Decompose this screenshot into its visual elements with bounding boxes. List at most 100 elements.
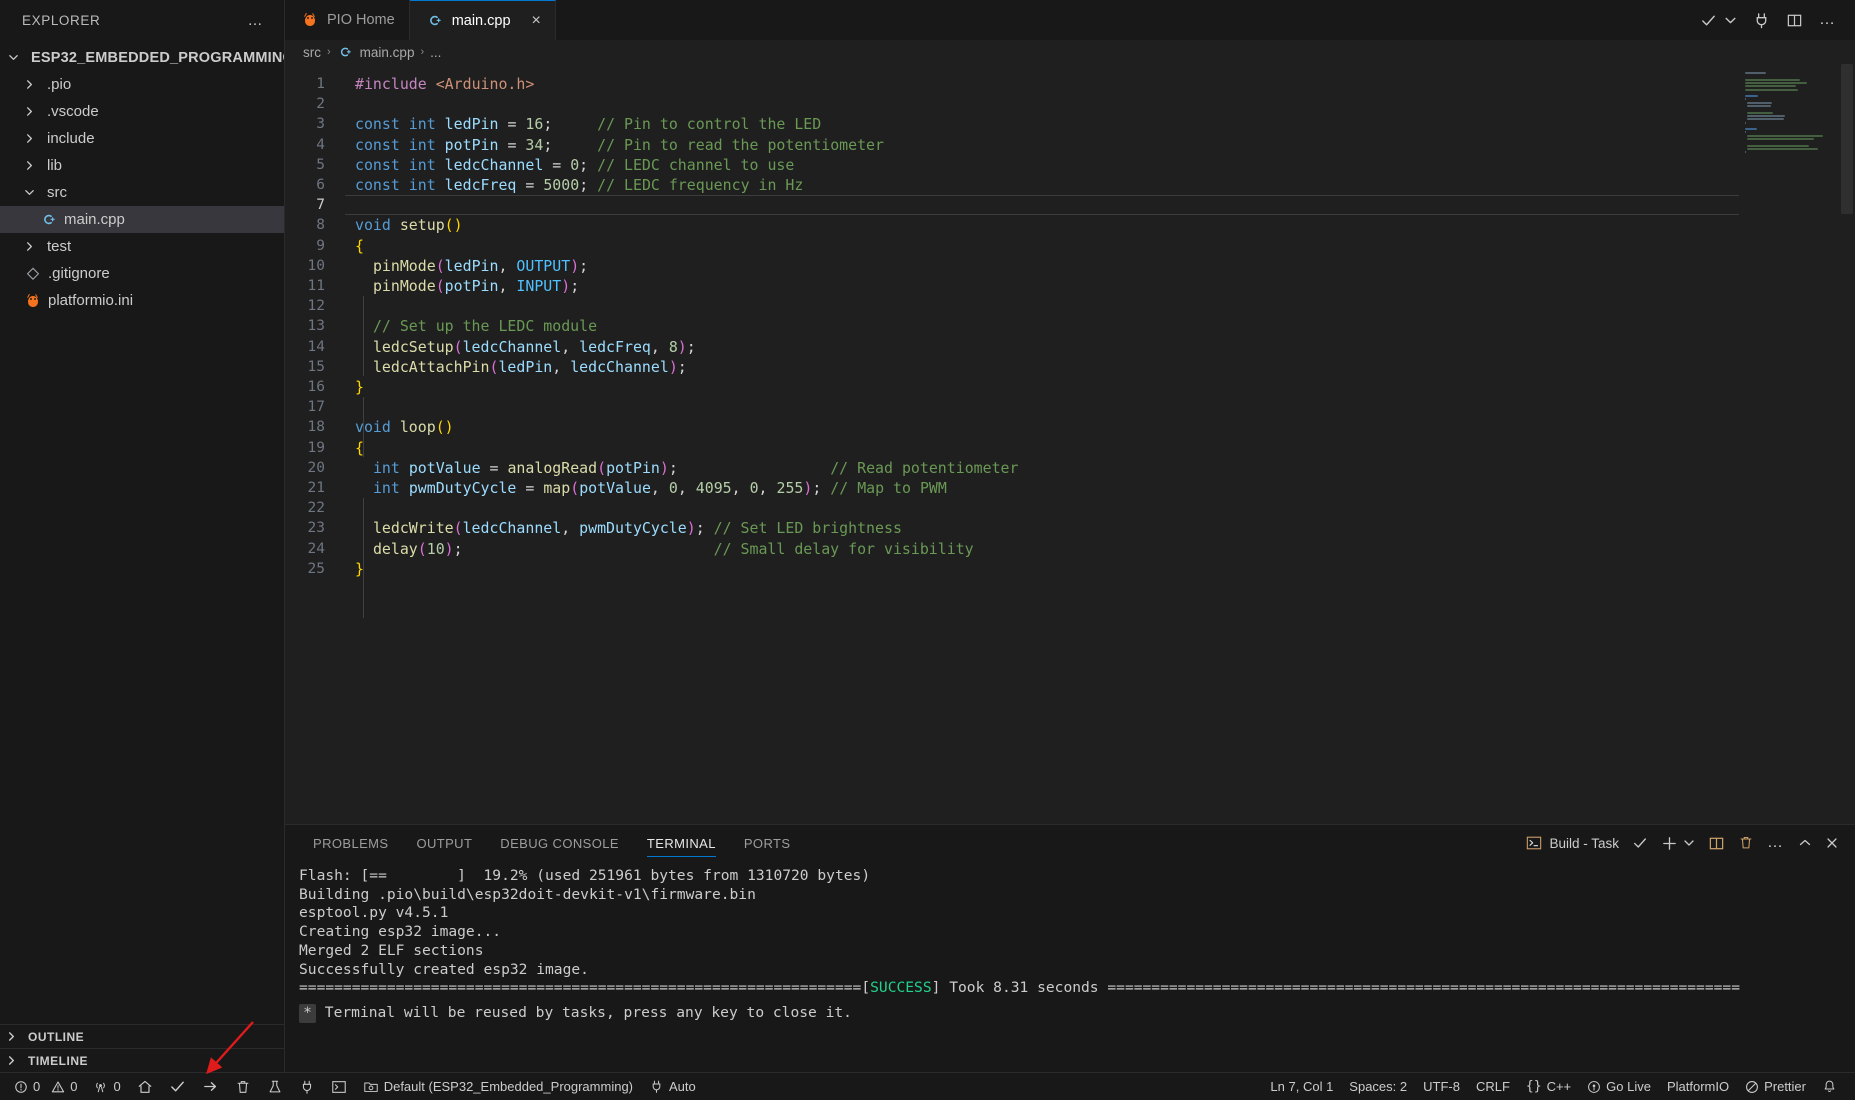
sidebar-item-label: .vscode: [47, 103, 99, 120]
split-editor-icon[interactable]: [1786, 12, 1803, 29]
sidebar-item-label: include: [47, 130, 95, 147]
pio-upload-icon[interactable]: [194, 1073, 227, 1100]
radio-tower-icon: [93, 1079, 108, 1094]
sidebar-item-src[interactable]: src: [0, 179, 284, 206]
warnings-count: 0: [70, 1079, 78, 1094]
kill-terminal-icon[interactable]: [1738, 835, 1754, 851]
breadcrumb-separator-icon: ›: [327, 46, 331, 58]
maximize-panel-icon[interactable]: [1798, 836, 1812, 850]
active-terminal-selector[interactable]: Build - Task: [1526, 835, 1619, 851]
language-mode[interactable]: {} C++: [1518, 1073, 1579, 1100]
success-status: SUCCESS: [870, 979, 932, 997]
close-panel-icon[interactable]: [1825, 836, 1839, 850]
sidebar-item-main-cpp[interactable]: main.cpp: [0, 206, 284, 233]
line-number: 25: [307, 560, 325, 577]
sidebar-item-label: .pio: [47, 76, 72, 93]
new-terminal-icon[interactable]: [1661, 835, 1678, 852]
run-check-icon[interactable]: [1700, 12, 1717, 29]
platformio-status[interactable]: PlatformIO: [1659, 1073, 1737, 1100]
error-circle-icon: [14, 1080, 28, 1094]
terminal-dropdown-icon[interactable]: [1683, 837, 1695, 849]
rule-left: ========================================…: [299, 979, 862, 997]
folder-gear-icon: [363, 1079, 379, 1095]
editor-scrollbar[interactable]: [1839, 64, 1855, 824]
chevron-down-icon: [8, 52, 24, 63]
pio-build-icon[interactable]: [161, 1073, 194, 1100]
breadcrumb-src[interactable]: src: [303, 45, 321, 60]
platformio-icon: [301, 12, 318, 29]
explorer-more-icon[interactable]: …: [248, 12, 265, 29]
breadcrumb-symbols[interactable]: ...: [430, 45, 441, 60]
sidebar-item-pio[interactable]: .pio: [0, 71, 284, 98]
code-content[interactable]: #include <Arduino.h> const int ledPin = …: [345, 64, 1855, 824]
go-live[interactable]: Go Live: [1579, 1073, 1659, 1100]
line-number: 7: [316, 197, 325, 214]
timeline-panel-header[interactable]: TIMELINE: [0, 1048, 284, 1072]
chevron-down-icon[interactable]: [1724, 14, 1737, 27]
tab-terminal[interactable]: TERMINAL: [633, 825, 730, 861]
sidebar-item-platformio-ini[interactable]: platformio.ini: [0, 287, 284, 314]
sidebar-item-include[interactable]: include: [0, 125, 284, 152]
pio-home-icon[interactable]: [129, 1073, 161, 1100]
tree-root-folder[interactable]: ESP32_EMBEDDED_PROGRAMMING: [0, 44, 284, 71]
pio-serial-monitor-icon[interactable]: [291, 1073, 323, 1100]
eol[interactable]: CRLF: [1468, 1073, 1518, 1100]
pio-project-env[interactable]: Default (ESP32_Embedded_Programming): [355, 1073, 641, 1100]
sidebar-item-lib[interactable]: lib: [0, 152, 284, 179]
workbench-body: EXPLORER … ESP32_EMBEDDED_PROGRAMMING .p…: [0, 0, 1855, 1072]
indentation[interactable]: Spaces: 2: [1341, 1073, 1415, 1100]
prettier-label: Prettier: [1764, 1079, 1806, 1094]
terminal-success-line: ========================================…: [299, 979, 1855, 998]
pio-clean-icon[interactable]: [227, 1073, 259, 1100]
pio-test-icon[interactable]: [259, 1073, 291, 1100]
explorer-title: EXPLORER: [22, 12, 101, 28]
terminal-check-icon[interactable]: [1632, 835, 1648, 851]
terminal-icon: [1526, 835, 1542, 851]
sidebar-item-vscode[interactable]: .vscode: [0, 98, 284, 125]
reuse-text: Terminal will be reused by tasks, press …: [324, 1003, 852, 1021]
sidebar-item-gitignore[interactable]: .gitignore: [0, 260, 284, 287]
more-actions-icon[interactable]: …: [1819, 11, 1837, 29]
code-editor[interactable]: 1 2 3 4 5 6 7 8 9 10 11 12 13 14 15 16 17 18 19 20 21 22 23 24 2…: [285, 64, 1855, 824]
pio-new-terminal-icon[interactable]: [323, 1073, 355, 1100]
line-number: 21: [307, 480, 325, 497]
notifications[interactable]: [1814, 1073, 1845, 1100]
terminal-line: Successfully created esp32 image.: [299, 960, 589, 978]
cursor-position[interactable]: Ln 7, Col 1: [1262, 1073, 1341, 1100]
pio-serial-port[interactable]: Auto: [641, 1073, 704, 1100]
language-label: C++: [1546, 1079, 1572, 1094]
tab-problems[interactable]: PROBLEMS: [299, 825, 402, 861]
terminal-line: Merged 2 ELF sections: [299, 941, 484, 959]
terminal-output[interactable]: Flash: [== ] 19.2% (used 251961 bytes fr…: [285, 861, 1855, 1072]
line-number: 3: [316, 116, 325, 133]
plug-icon[interactable]: [1753, 12, 1770, 29]
tab-label: main.cpp: [451, 12, 511, 29]
line-number: 9: [316, 237, 325, 254]
errors-warnings[interactable]: 0 0: [6, 1073, 85, 1100]
tab-debug-console[interactable]: DEBUG CONSOLE: [486, 825, 633, 861]
status-bar-right: Ln 7, Col 1 Spaces: 2 UTF-8 CRLF {} C++ …: [1262, 1073, 1855, 1100]
editor-tab-bar: PIO Home main.cpp × …: [285, 0, 1855, 40]
status-bar-left: 0 0 0 Default (ESP32_Embedded_Programmin…: [0, 1073, 704, 1100]
panel-more-icon[interactable]: …: [1767, 834, 1785, 852]
scrollbar-thumb[interactable]: [1841, 64, 1853, 214]
close-icon[interactable]: ×: [532, 12, 541, 29]
tab-pio-home[interactable]: PIO Home: [285, 0, 410, 40]
tab-ports[interactable]: PORTS: [730, 825, 805, 861]
sidebar-item-test[interactable]: test: [0, 233, 284, 260]
line-number: 17: [307, 399, 325, 416]
chevron-right-icon: [24, 106, 40, 117]
tab-main-cpp[interactable]: main.cpp ×: [409, 0, 556, 40]
encoding[interactable]: UTF-8: [1415, 1073, 1468, 1100]
split-terminal-icon[interactable]: [1708, 835, 1725, 852]
git-file-icon: [24, 265, 41, 282]
terminal-line: Flash: [== ] 19.2% (used 251961 bytes fr…: [299, 867, 871, 884]
tab-output[interactable]: OUTPUT: [402, 825, 486, 861]
prettier[interactable]: Prettier: [1737, 1073, 1814, 1100]
source-code[interactable]: #include <Arduino.h> const int ledPin = …: [345, 74, 1855, 579]
sidebar-item-label: main.cpp: [64, 211, 125, 228]
outline-panel-header[interactable]: OUTLINE: [0, 1024, 284, 1048]
ports-indicator[interactable]: 0: [85, 1073, 128, 1100]
cpp-icon: [426, 12, 443, 29]
breadcrumb-file[interactable]: main.cpp: [360, 45, 415, 60]
